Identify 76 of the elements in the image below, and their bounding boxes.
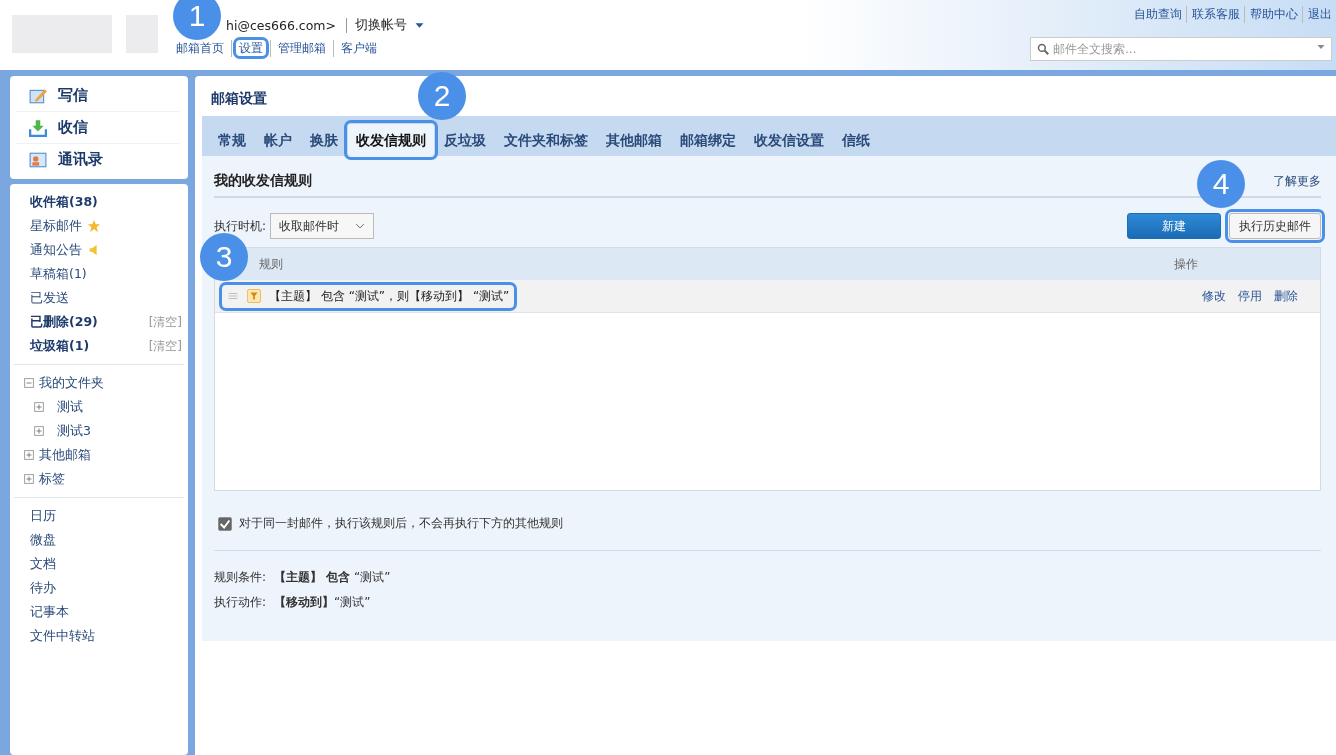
app-link[interactable]: 文档 — [10, 552, 188, 576]
plus-box-icon[interactable] — [24, 450, 34, 460]
column-header: 操作 — [1174, 255, 1198, 273]
app-link[interactable]: 日历 — [10, 504, 188, 528]
top-link[interactable]: 帮助中心 — [1244, 6, 1298, 23]
header-link[interactable]: 管理邮箱 — [270, 40, 328, 57]
folder-link[interactable]: 星标邮件 — [30, 217, 101, 235]
settings-tab[interactable]: 其他邮箱 — [598, 124, 670, 156]
app-link[interactable]: 文件中转站 — [10, 624, 188, 648]
folder-link[interactable]: 标签 — [39, 470, 65, 488]
folder-link[interactable]: 通知公告 — [30, 241, 101, 259]
plus-box-icon[interactable] — [34, 426, 44, 436]
caret-icon — [1317, 43, 1325, 51]
app-link[interactable]: 微盘 — [10, 528, 188, 552]
detail-label: 规则条件: — [214, 569, 267, 586]
section-title: 我的收发信规则 — [214, 172, 312, 190]
folder-link[interactable]: 已删除(29) — [30, 313, 98, 331]
callout-badge: 3 — [200, 233, 248, 281]
settings-tab[interactable]: 信纸 — [834, 124, 878, 156]
checkbox-label: 对于同一封邮件，执行该规则后，不会再执行下方的其他规则 — [239, 515, 563, 532]
account-email: hi@ces666.com> — [226, 18, 347, 33]
folder-link[interactable]: 收件箱(38) — [30, 193, 98, 211]
rule-action-link[interactable]: 修改 — [1202, 287, 1226, 305]
page-title: 邮箱设置 — [211, 90, 267, 108]
switch-account-link[interactable]: 切换帐号 — [355, 17, 407, 34]
drag-handle-icon — [227, 291, 239, 301]
checkbox[interactable] — [218, 516, 232, 531]
callout-badge: 4 — [1197, 160, 1245, 208]
column-header: 规则 — [259, 255, 283, 273]
folder-link[interactable]: 测试 — [57, 398, 83, 416]
detail-value: 【移动到】“测试” — [274, 594, 371, 611]
plus-box-icon[interactable] — [24, 474, 34, 484]
search-field[interactable]: 邮件全文搜索... — [1030, 37, 1332, 61]
app-link[interactable]: 记事本 — [10, 600, 188, 624]
settings-tab[interactable]: 文件夹和标签 — [496, 124, 596, 156]
top-link[interactable]: 联系客服 — [1186, 6, 1240, 23]
settings-tab[interactable]: 邮箱绑定 — [672, 124, 744, 156]
top-link[interactable]: 退出 — [1302, 6, 1332, 23]
callout-badge: 2 — [418, 72, 466, 120]
star-icon — [87, 219, 101, 233]
callout-badge: 1 — [173, 0, 221, 40]
settings-tab[interactable]: 换肤 — [302, 124, 346, 156]
new-button[interactable]: 新建 — [1127, 213, 1221, 239]
rule-action-link[interactable]: 删除 — [1274, 287, 1298, 305]
folder-link[interactable]: 草稿箱(1) — [30, 265, 87, 283]
chevron-down-icon — [355, 221, 366, 231]
settings-tab[interactable]: 帐户 — [256, 124, 300, 156]
app-link[interactable]: 待办 — [10, 576, 188, 600]
timing-select[interactable]: 收取邮件时 — [270, 213, 375, 239]
rule-text[interactable]: 【主题】 包含 “测试”，则【移动到】 “测试” — [223, 285, 514, 307]
folder-link[interactable]: 其他邮箱 — [39, 446, 91, 464]
header-link[interactable]: 邮箱首页 — [174, 40, 226, 57]
search-icon — [1037, 43, 1049, 55]
download-tray-icon — [28, 118, 48, 137]
minus-box-icon[interactable] — [24, 378, 34, 388]
sidebar-action[interactable]: 通讯录 — [16, 144, 180, 175]
folder-link[interactable]: 已发送 — [30, 289, 69, 307]
filter-icon — [247, 289, 261, 303]
folder-link[interactable]: 测试3 — [57, 422, 91, 440]
caret-icon — [415, 21, 424, 30]
detail-value: 【主题】 包含 “测试” — [274, 569, 391, 586]
plus-box-icon[interactable] — [34, 402, 44, 412]
rule-action-link[interactable]: 停用 — [1238, 287, 1262, 305]
settings-tab[interactable]: 常规 — [210, 124, 254, 156]
field-label: 执行时机: — [214, 217, 267, 235]
settings-tab[interactable]: 收发信设置 — [746, 124, 832, 156]
top-link[interactable]: 自助查询 — [1134, 6, 1182, 23]
folder-link[interactable]: 我的文件夹 — [39, 374, 104, 392]
settings-tab[interactable]: 反垃圾 — [436, 124, 494, 156]
sidebar-action[interactable]: 写信 — [16, 80, 180, 112]
folder-link[interactable]: 垃圾箱(1) — [30, 337, 90, 355]
learn-more-link[interactable]: 了解更多 — [1273, 172, 1321, 190]
contact-card-icon — [28, 150, 48, 169]
sidebar-action[interactable]: 收信 — [16, 112, 180, 144]
detail-label: 执行动作: — [214, 594, 267, 611]
header-link[interactable]: 客户端 — [333, 40, 379, 57]
